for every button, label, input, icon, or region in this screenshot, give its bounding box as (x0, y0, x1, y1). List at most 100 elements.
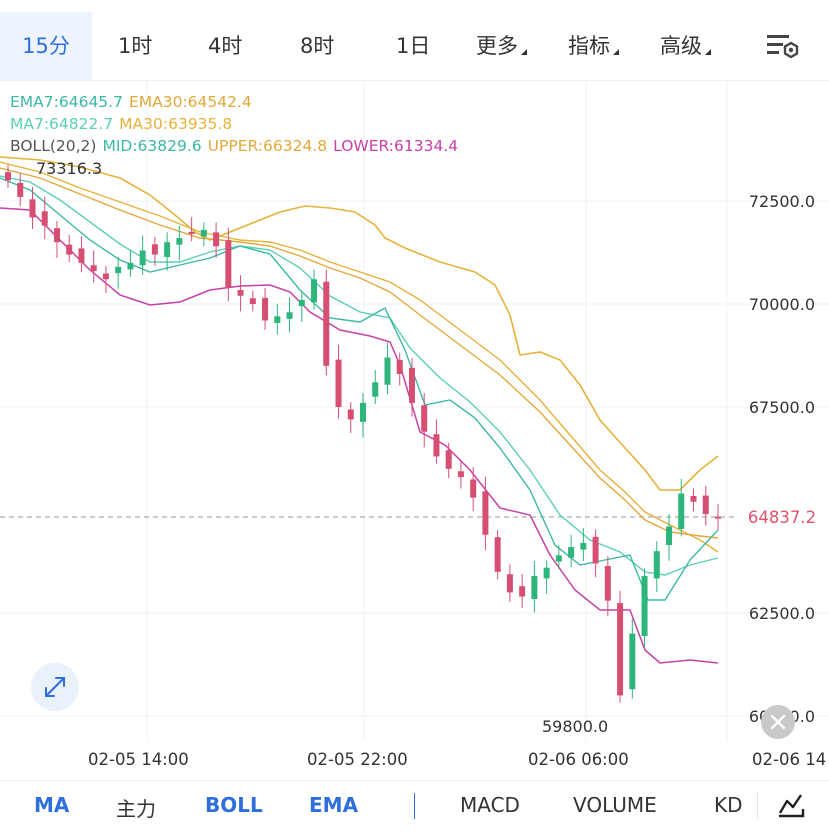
boll-upper-line (0, 156, 719, 491)
indicator-tab-main-force[interactable]: 主力 (116, 793, 156, 822)
candle-body (29, 199, 36, 218)
tab-advanced[interactable]: 高级 (660, 12, 711, 80)
candle-body (470, 479, 477, 498)
candle-body (102, 273, 109, 280)
indicator-tab-ema[interactable]: EMA (309, 793, 358, 817)
indicator-tab-boll[interactable]: BOLL (205, 793, 263, 817)
candle-body (5, 172, 11, 181)
candle-body (543, 567, 550, 579)
candle-body (678, 493, 685, 529)
candle-body (715, 516, 721, 519)
legend-ema: EMA7:64645.7 EMA30:64542.4 (10, 93, 258, 111)
price-chart[interactable] (0, 80, 829, 740)
candle-body (66, 244, 73, 255)
candle-body (666, 526, 673, 546)
tab-indicators-label: 指标 (568, 34, 610, 58)
low-marker-label: 59800.0 (542, 717, 609, 736)
legend-ema7: EMA7:64645.7 (10, 93, 123, 111)
legend-boll: BOLL(20,2) MID:63829.6 UPPER:66324.8 LOWER:… (10, 137, 464, 155)
time-axis-label: 02-06 14 (752, 750, 827, 769)
candle-body (347, 409, 354, 420)
legend-boll-mid: MID:63829.6 (102, 137, 202, 155)
price-axis-label: 62500.0 (748, 604, 815, 623)
timeframe-bar: 15分 1时 4时 8时 1日 更多 指标 高级 (0, 0, 829, 81)
divider (757, 791, 758, 819)
boll-mid-line (0, 175, 719, 576)
candle-body (506, 574, 513, 593)
indicator-tab-kd[interactable]: KD (714, 793, 743, 817)
legend-ma7: MA7:64822.7 (10, 115, 114, 133)
candle-body (90, 265, 97, 272)
close-button[interactable] (761, 705, 795, 739)
settings-icon[interactable] (766, 32, 800, 60)
candle-body (457, 471, 464, 478)
candle-body (188, 231, 195, 234)
ma30-line (0, 161, 719, 553)
candle-body (274, 316, 281, 323)
dropdown-triangle-icon (521, 49, 527, 55)
candle-body (115, 266, 122, 274)
indicator-bar: MA 主力 BOLL EMA MACD VOLUME KD (0, 780, 829, 832)
price-axis-label: 70000.0 (748, 295, 815, 314)
candle-body (213, 232, 220, 247)
tab-4h[interactable]: 4时 (208, 12, 242, 80)
candle-body (335, 359, 342, 407)
legend-ema30: EMA30:64542.4 (128, 93, 252, 111)
chart-draw-icon (778, 794, 805, 818)
tab-1h[interactable]: 1时 (118, 12, 152, 80)
candle-body (519, 586, 526, 597)
indicator-tab-ma[interactable]: MA (34, 793, 69, 817)
candle-body (702, 495, 709, 515)
candle-body (200, 229, 207, 237)
dropdown-triangle-icon (613, 49, 619, 55)
candle-body (384, 357, 391, 385)
indicator-tab-macd[interactable]: MACD (460, 793, 520, 817)
tab-1d[interactable]: 1日 (396, 12, 430, 80)
tab-indicators[interactable]: 指标 (568, 12, 619, 80)
candle-body (286, 312, 293, 319)
expand-icon (45, 677, 65, 697)
candle-body (237, 289, 244, 296)
candle-body (482, 491, 489, 535)
close-icon (770, 714, 786, 730)
candle-body (151, 244, 158, 255)
candle-body (78, 248, 85, 263)
indicator-divider (414, 793, 415, 819)
dropdown-triangle-icon (705, 49, 711, 55)
time-axis-label: 02-06 06:00 (528, 750, 629, 769)
candle-body (249, 298, 256, 304)
candle-body (592, 536, 599, 564)
high-marker-label: 73316.3 (36, 159, 103, 178)
candle-body (494, 537, 501, 572)
chart-draw-button[interactable] (776, 789, 806, 819)
candle-body (139, 250, 146, 266)
candle-body (53, 228, 60, 243)
candle-body (372, 382, 379, 397)
time-axis-label: 02-05 22:00 (307, 750, 408, 769)
candle-body (225, 240, 232, 288)
tab-advanced-label: 高级 (660, 34, 702, 58)
ema7-line (0, 177, 719, 601)
legend-boll-lower: LOWER:61334.4 (333, 137, 459, 155)
candle-body (653, 551, 660, 579)
candle-body (127, 262, 134, 270)
indicator-tab-volume[interactable]: VOLUME (573, 793, 657, 817)
candle-body (580, 542, 587, 550)
legend-boll-label: BOLL(20,2) (10, 137, 97, 155)
time-axis-label: 02-05 14:00 (88, 750, 189, 769)
candle-body (568, 547, 575, 558)
tab-more[interactable]: 更多 (476, 12, 527, 80)
candle-body (604, 566, 611, 601)
tab-8h[interactable]: 8时 (300, 12, 334, 80)
expand-button[interactable] (31, 663, 79, 711)
legend-ma30: MA30:63935.8 (119, 115, 233, 133)
tab-more-label: 更多 (476, 34, 518, 58)
candle-body (176, 238, 183, 245)
candle-body (396, 360, 403, 375)
tab-15min[interactable]: 15分 (0, 12, 92, 80)
current-price-tag: 64837.2 (735, 505, 829, 531)
candle-body (421, 405, 428, 432)
candle-body (41, 211, 48, 226)
candle-body (360, 402, 366, 422)
candle-body (298, 299, 305, 307)
